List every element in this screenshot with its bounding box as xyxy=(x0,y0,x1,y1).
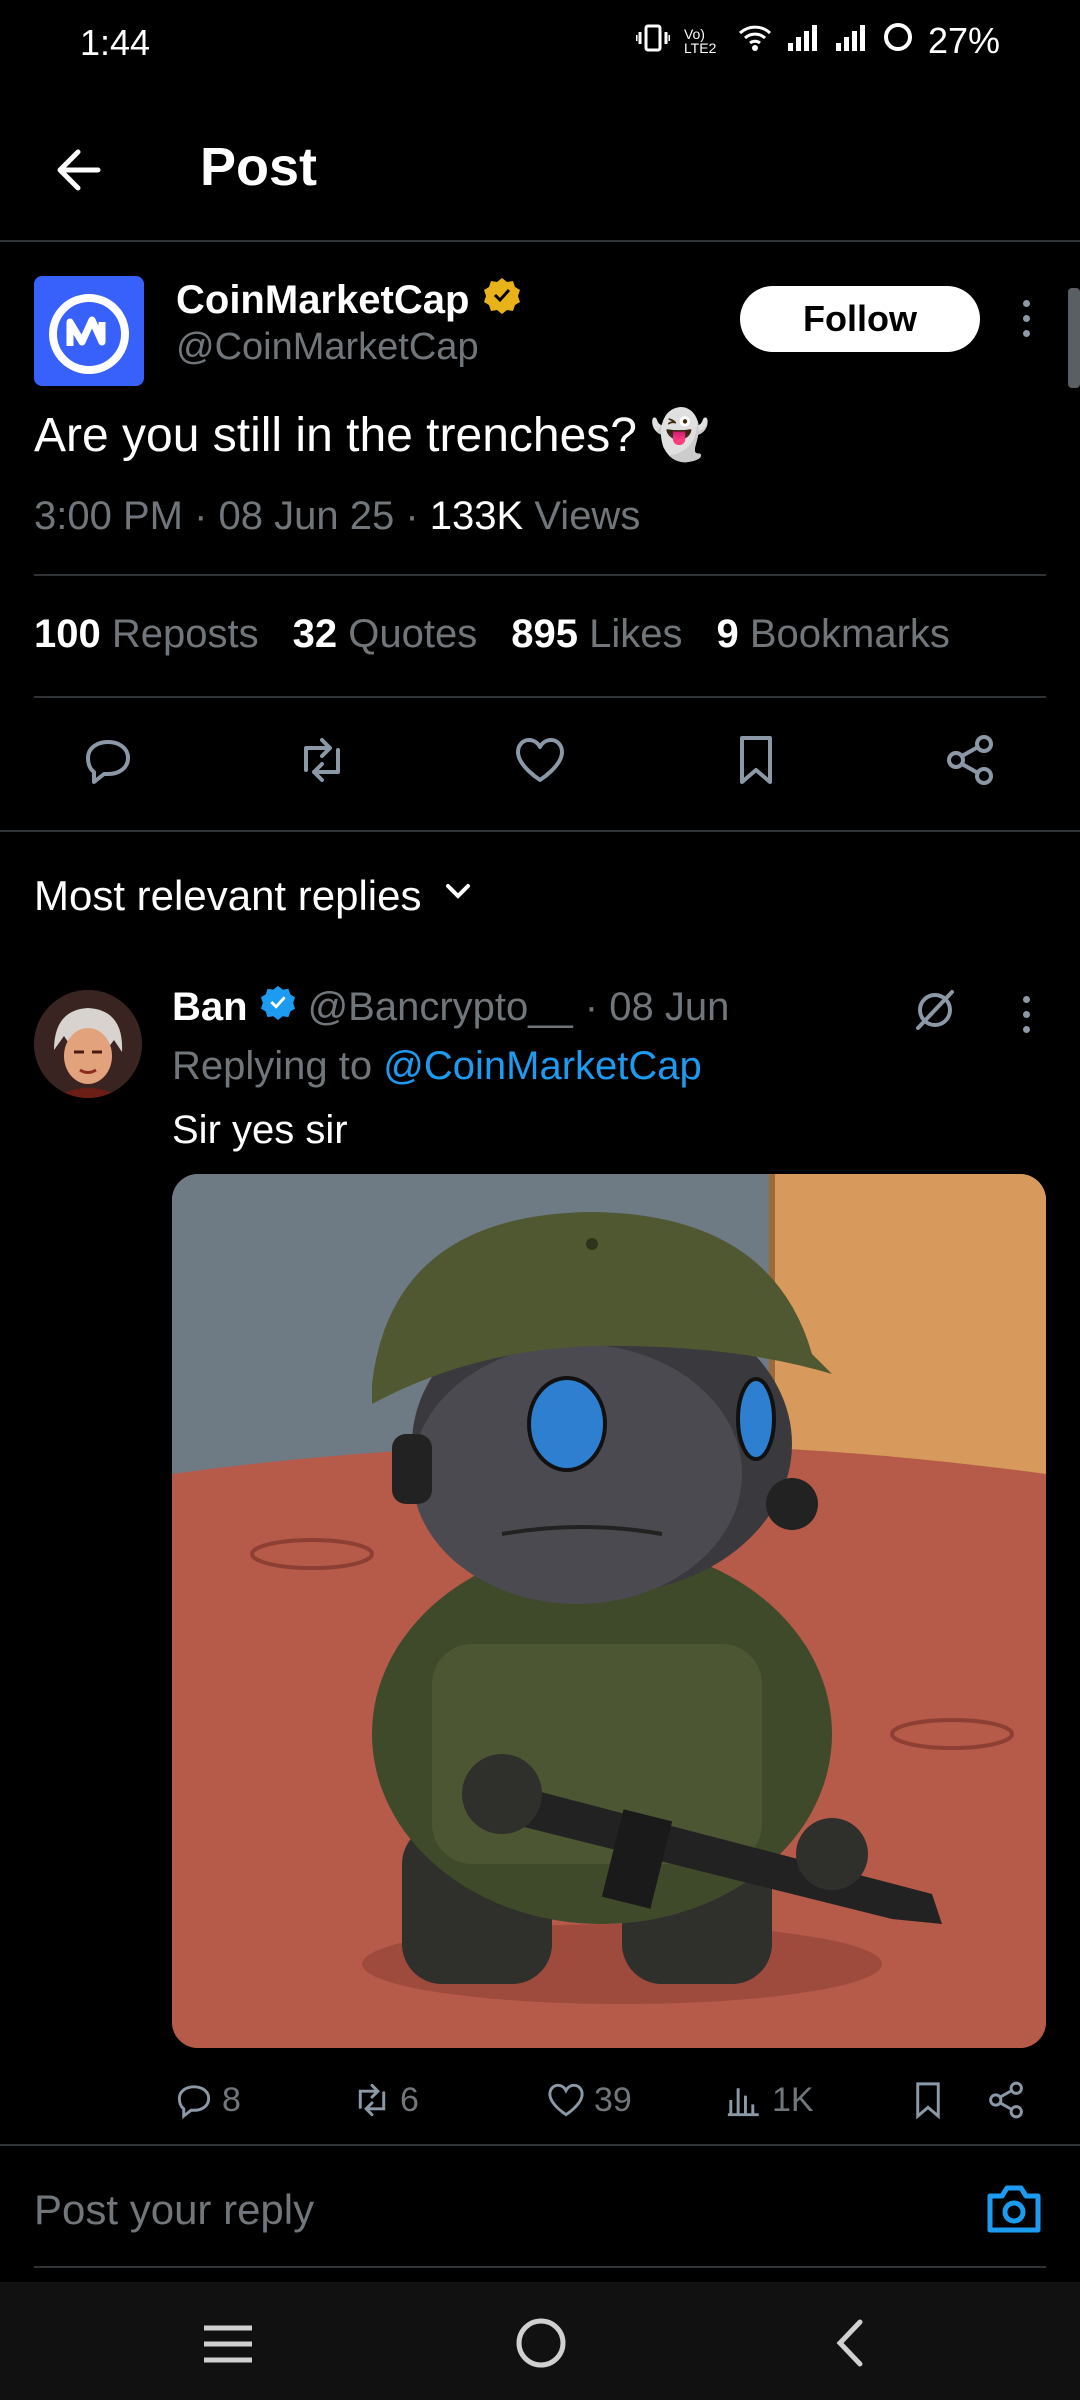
stat-reposts[interactable]: 100 Reposts xyxy=(34,612,259,657)
replies-sort-dropdown[interactable]: Most relevant replies xyxy=(34,872,476,920)
scrollbar[interactable] xyxy=(1068,288,1080,388)
follow-button[interactable]: Follow xyxy=(740,286,980,352)
wifi-icon xyxy=(738,20,772,62)
reply-repost-button[interactable]: 6 xyxy=(350,2078,419,2122)
replying-to: Replying to @CoinMarketCap xyxy=(172,1044,702,1088)
status-icons: Vo) LTE2 27% xyxy=(634,20,1000,62)
reply-like-button[interactable]: 39 xyxy=(544,2078,632,2122)
more-options-icon[interactable] xyxy=(1006,288,1046,348)
status-bar: 1:44 Vo) LTE2 27% xyxy=(0,0,1080,88)
bookmark-icon[interactable] xyxy=(726,730,786,790)
top-bar: Post xyxy=(0,100,1080,240)
reply-input[interactable]: Post your reply xyxy=(34,2186,314,2234)
divider xyxy=(0,240,1080,242)
reply-icon xyxy=(177,2085,211,2120)
vibrate-icon xyxy=(634,20,672,62)
camera-icon[interactable] xyxy=(984,2180,1044,2236)
views-label: Views xyxy=(534,494,641,538)
signal-icon-1 xyxy=(786,20,820,62)
reply-comment-button[interactable]: 8 xyxy=(172,2078,241,2122)
chevron-down-icon xyxy=(440,872,476,920)
network-type: Vo) LTE2 xyxy=(683,26,717,56)
recent-apps-icon[interactable] xyxy=(200,2322,256,2371)
battery-level: 27% xyxy=(927,20,1000,61)
reply-image[interactable] xyxy=(172,1174,1046,2048)
divider xyxy=(34,574,1046,576)
reply-header: Ban @Bancrypto__ · 08 Jun xyxy=(172,984,729,1030)
repost-icon xyxy=(358,2083,386,2117)
views-count: 133K xyxy=(429,494,524,538)
reply-text: Sir yes sir xyxy=(172,1108,348,1152)
reply-share-button[interactable] xyxy=(984,2078,1028,2122)
page-title: Post xyxy=(200,137,318,197)
stat-likes[interactable]: 895 Likes xyxy=(511,612,682,657)
post-meta: 3:00 PM · 08 Jun 25 · 133K Views xyxy=(34,494,641,538)
stat-bookmarks[interactable]: 9 Bookmarks xyxy=(716,612,949,657)
stat-quotes[interactable]: 32 Quotes xyxy=(293,612,478,657)
author-handle[interactable]: @CoinMarketCap xyxy=(176,326,479,369)
status-time: 1:44 xyxy=(80,22,151,63)
post-text: Are you still in the trenches? 👻 xyxy=(34,409,711,462)
share-icon xyxy=(989,2081,1023,2119)
author-name[interactable]: CoinMarketCap xyxy=(176,276,521,324)
divider xyxy=(0,830,1080,832)
verified-gold-icon xyxy=(483,276,521,324)
reply-action-bar: 8 6 39 1K xyxy=(172,2070,1052,2130)
bookmark-icon xyxy=(916,2082,940,2120)
reply-composer[interactable]: Post your reply xyxy=(0,2146,1080,2276)
repost-icon[interactable] xyxy=(292,730,352,790)
system-nav-bar xyxy=(0,2282,1080,2400)
author-avatar[interactable] xyxy=(34,276,144,386)
post-action-bar xyxy=(0,730,1080,800)
reply-views-button[interactable]: 1K xyxy=(722,2078,814,2122)
reply-icon[interactable] xyxy=(78,730,138,790)
coinmarketcap-logo-icon xyxy=(49,294,129,374)
back-arrow-icon[interactable] xyxy=(50,140,110,200)
reply-date: · 08 Jun xyxy=(584,984,730,1029)
divider xyxy=(34,2266,1046,2268)
reply-author-name[interactable]: Ban xyxy=(172,985,248,1030)
views-icon xyxy=(727,2088,759,2117)
reply-avatar[interactable] xyxy=(34,990,142,1098)
home-icon[interactable] xyxy=(514,2316,568,2375)
post-time: 3:00 PM xyxy=(34,494,183,538)
divider xyxy=(34,696,1046,698)
reply-author-handle[interactable]: @Bancrypto__ xyxy=(308,985,573,1030)
verified-blue-icon xyxy=(260,984,296,1030)
post-stats: 100 Reposts 32 Quotes 895 Likes 9 Bookma… xyxy=(34,612,950,657)
like-icon xyxy=(548,2083,584,2117)
battery-icon xyxy=(882,20,914,62)
system-back-icon[interactable] xyxy=(830,2318,870,2373)
signal-icon-2 xyxy=(834,20,868,62)
replying-to-link[interactable]: @CoinMarketCap xyxy=(383,1044,702,1088)
grok-icon[interactable] xyxy=(910,984,960,1039)
share-icon[interactable] xyxy=(940,730,1000,790)
post-date: 08 Jun 25 xyxy=(218,494,395,538)
like-icon[interactable] xyxy=(510,730,570,790)
reply-bookmark-button[interactable] xyxy=(906,2078,950,2122)
reply-more-options-icon[interactable] xyxy=(1006,984,1046,1044)
